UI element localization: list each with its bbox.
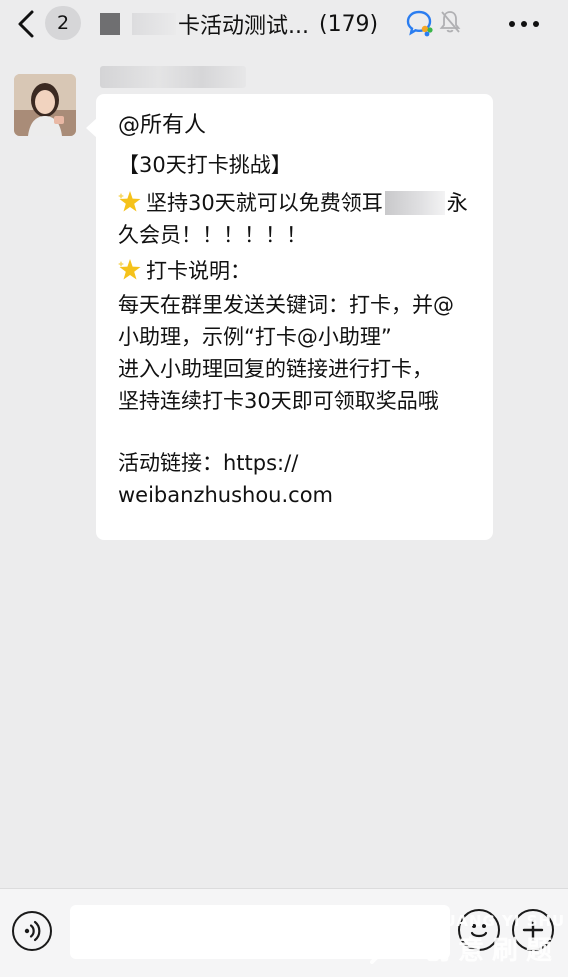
reward-line-2: 久会员！！！！！！ [118,223,307,247]
unread-count-badge[interactable]: 2 [45,6,81,40]
voice-button[interactable] [12,911,52,951]
ellipsis-icon [509,21,539,27]
avatar-photo [14,74,76,136]
voice-icon [24,920,41,942]
more-options-button[interactable] [504,10,544,38]
redacted-sender-name [100,66,246,88]
group-title-text: 卡活动测试... [178,14,309,39]
link-label[interactable]: 活动链接：https:// [118,448,298,478]
chat-area[interactable]: @所有人 【30天打卡挑战】 坚持30天就可以免费领耳 永 久会员！！！！！！ 打… [0,50,568,888]
chevron-left-icon [18,10,34,38]
reward-text-b: 永 [446,191,468,215]
back-button[interactable] [14,8,40,40]
redacted-product-name [384,191,445,215]
bell-muted-icon [439,11,461,33]
wecom-badge-icon [406,10,433,37]
reward-line-1: 坚持30天就可以免费领耳 永 [118,188,468,218]
rules-title-line: 打卡说明： [118,256,251,286]
rules-line-4: 坚持连续打卡30天即可领取奖品哦 [118,389,439,413]
watermark-chinese: 创意刷题 [424,936,561,966]
redacted-title-block [100,13,120,35]
watermark-logo [364,922,420,964]
top-nav-bar: 2 卡活动测试... (179) [0,0,568,50]
rules-line-3: 进入小助理回复的链接进行打卡， [118,357,433,381]
sender-avatar[interactable] [14,74,76,136]
rules-line-1: 每天在群里发送关键词：打卡，并@ [118,293,454,317]
mention-all[interactable]: @所有人 [118,111,206,141]
challenge-headline: 【30天打卡挑战】 [118,153,292,177]
star-sparkle-icon [118,191,141,212]
star-sparkle-icon [118,259,141,280]
reward-text-a: 坚持30天就可以免费领耳 [146,191,383,215]
rules-line-2: 小助理，示例“打卡@小助理” [118,325,392,349]
watermark-english: CHUANG YI SHU [418,912,566,930]
chat-title[interactable]: 卡活动测试... (179) [100,6,378,42]
member-count: (179) [318,11,379,37]
rules-title: 打卡说明： [146,259,251,283]
link-url[interactable]: weibanzhushou.com [118,480,333,510]
redacted-title-gap [132,13,176,35]
